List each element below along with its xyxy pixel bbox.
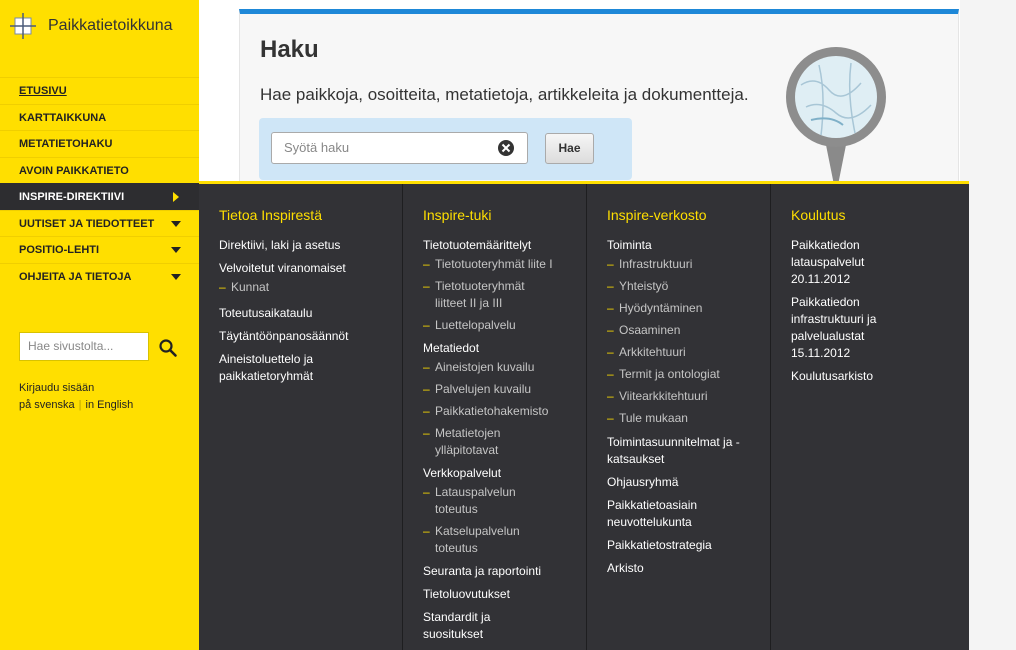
menu-link[interactable]: Ohjausryhmä [607, 474, 767, 491]
nav-item-avoin-paikkatieto[interactable]: Avoin paikkatieto [0, 156, 199, 184]
menu-link[interactable]: Verkkopalvelut [423, 465, 583, 482]
menu-link[interactable]: Paikkatietostrategia [607, 537, 767, 554]
nav-item-label: Positio-lehti [19, 244, 100, 256]
search-description: Hae paikkoja, osoitteita, metatietoja, a… [260, 85, 749, 104]
menu-sublink[interactable]: Viitearkkitehtuuri [607, 388, 767, 405]
nav-item-positio-lehti[interactable]: Positio-lehti [0, 236, 199, 263]
menu-link[interactable]: Koulutusarkisto [791, 368, 951, 385]
menu-sublink[interactable]: Paikkatietohakemisto [423, 403, 583, 420]
nav-item-label: Metatietohaku [19, 138, 113, 150]
map-pin-icon [786, 47, 886, 195]
nav-item-metatietohaku[interactable]: Metatietohaku [0, 130, 199, 157]
site-search-input[interactable]: Hae sivustolta... [19, 332, 149, 361]
menu-sublink[interactable]: Metatietojen ylläpitotavat [423, 425, 523, 459]
account-links: Kirjaudu sisään på svenska | in English [19, 380, 133, 414]
menu-list: Direktiivi, laki ja asetus Velvoitetut v… [219, 237, 379, 391]
site-logo[interactable]: Paikkatietoikkuna [0, 0, 199, 55]
nav-item-label: Karttaikkuna [19, 111, 107, 124]
nav-item-inspire-direktiivi[interactable]: Inspire-direktiivi [0, 183, 199, 210]
nav-item-label: Uutiset ja tiedotteet [19, 217, 155, 230]
nav-item-label: Inspire-direktiivi [19, 191, 125, 203]
menu-sublink[interactable]: Yhteistyö [607, 278, 767, 295]
menu-link[interactable]: Seuranta ja raportointi [423, 563, 583, 580]
menu-link[interactable]: Paikkatiedon infrastruktuuri ja palvelua… [791, 294, 896, 362]
nav-item-ohjeita[interactable]: Ohjeita ja tietoja [0, 262, 199, 290]
nav-item-label: Ohjeita ja tietoja [19, 270, 132, 283]
menu-column-heading: Koulutus [791, 207, 846, 223]
triangle-down-icon [171, 220, 181, 227]
menu-link[interactable]: Metatiedot [423, 340, 583, 357]
menu-sublink[interactable]: Tietotuoteryhmät liite I [423, 256, 583, 273]
menu-sublink[interactable]: Latauspalvelun toteutus [423, 484, 533, 518]
menu-sublink[interactable]: Arkkitehtuuri [607, 344, 767, 361]
menu-sublink[interactable]: Aineistojen kuvailu [423, 359, 583, 376]
menu-list: Toiminta Infrastruktuuri Yhteistyö Hyödy… [607, 237, 767, 583]
search-input[interactable]: Syötä haku [271, 132, 528, 164]
nav-item-karttaikkuna[interactable]: Karttaikkuna [0, 103, 199, 131]
menu-link[interactable]: Arkisto [607, 560, 767, 577]
menu-column-koulutus: Koulutus Paikkatiedon latauspalvelut 20.… [771, 184, 969, 650]
menu-link[interactable]: Tietotuotemäärittelyt [423, 237, 583, 254]
menu-column-heading: Inspire-verkosto [607, 207, 707, 223]
language-english-link[interactable]: in English [86, 399, 134, 411]
menu-link[interactable]: Toimintasuunnitelmat ja -katsaukset [607, 434, 747, 468]
search-icon[interactable] [158, 338, 178, 358]
menu-link[interactable]: Toiminta [607, 237, 767, 254]
menu-link[interactable]: Tietoluovutukset [423, 586, 583, 603]
menu-sublink[interactable]: Termit ja ontologiat [607, 366, 767, 383]
menu-sublink[interactable]: Infrastruktuuri [607, 256, 767, 273]
menu-column-inspire-verkosto: Inspire-verkosto Toiminta Infrastruktuur… [587, 184, 771, 650]
nav-item-label: Avoin paikkatieto [19, 164, 129, 177]
menu-list: Tietotuotemäärittelyt Tietotuoteryhmät l… [423, 237, 583, 649]
nav-item-etusivu[interactable]: Etusivu [0, 77, 199, 104]
menu-link[interactable]: Täytäntöönpanosäännöt [219, 328, 379, 345]
page-title: Haku [260, 36, 319, 63]
menu-column-heading: Inspire-tuki [423, 207, 492, 223]
crosshair-logo-icon [10, 13, 36, 39]
menu-sublink[interactable]: Luettelopalvelu [423, 317, 583, 334]
sidebar: Paikkatietoikkuna Etusivu Karttaikkuna M… [0, 0, 199, 650]
menu-column-heading: Tietoa Inspirestä [219, 207, 322, 223]
menu-list: Paikkatiedon latauspalvelut 20.11.2012 P… [791, 237, 951, 391]
divider: | [78, 399, 82, 411]
menu-link[interactable]: Paikkatiedon latauspalvelut 20.11.2012 [791, 237, 881, 288]
triangle-down-icon [171, 273, 181, 280]
search-button[interactable]: Hae [545, 133, 594, 164]
nav-item-uutiset[interactable]: Uutiset ja tiedotteet [0, 209, 199, 237]
menu-link[interactable]: Direktiivi, laki ja asetus [219, 237, 379, 254]
menu-link[interactable]: Standardit ja suositukset [423, 609, 523, 643]
language-swedish-link[interactable]: på svenska [19, 399, 75, 411]
menu-sublink[interactable]: Tietotuoteryhmät liitteet II ja III [423, 278, 548, 312]
menu-link[interactable]: Toteutusaikataulu [219, 305, 379, 322]
menu-link[interactable]: Velvoitetut viranomaiset [219, 260, 379, 277]
main-nav: Etusivu Karttaikkuna Metatietohaku Avoin… [0, 77, 199, 289]
login-link[interactable]: Kirjaudu sisään [19, 382, 94, 394]
menu-column-inspire-tuki: Inspire-tuki Tietotuotemäärittelyt Tieto… [403, 184, 587, 650]
menu-link[interactable]: Aineistoluettelo ja paikkatietoryhmät [219, 351, 349, 385]
search-card: Haku Hae paikkoja, osoitteita, metatieto… [239, 9, 959, 195]
menu-sublink[interactable]: Tule mukaan [607, 410, 767, 427]
site-name: Paikkatietoikkuna [48, 17, 173, 34]
menu-sublink[interactable]: Hyödyntäminen [607, 300, 767, 317]
menu-sublink[interactable]: Katselupalvelun toteutus [423, 523, 548, 557]
menu-link[interactable]: Paikkatietoasiain neuvottelukunta [607, 497, 717, 531]
nav-item-label: Etusivu [19, 85, 67, 97]
menu-sublink[interactable]: Osaaminen [607, 322, 767, 339]
triangle-down-icon [171, 247, 181, 253]
menu-sublink[interactable]: Kunnat [219, 279, 379, 296]
search-form: Syötä haku Hae [259, 118, 632, 180]
triangle-right-icon [173, 192, 179, 202]
menu-sublink[interactable]: Palvelujen kuvailu [423, 381, 583, 398]
inspire-mega-menu: Tietoa Inspirestä Direktiivi, laki ja as… [199, 181, 969, 650]
menu-column-tietoa: Tietoa Inspirestä Direktiivi, laki ja as… [199, 184, 403, 650]
clear-icon[interactable] [497, 139, 515, 157]
